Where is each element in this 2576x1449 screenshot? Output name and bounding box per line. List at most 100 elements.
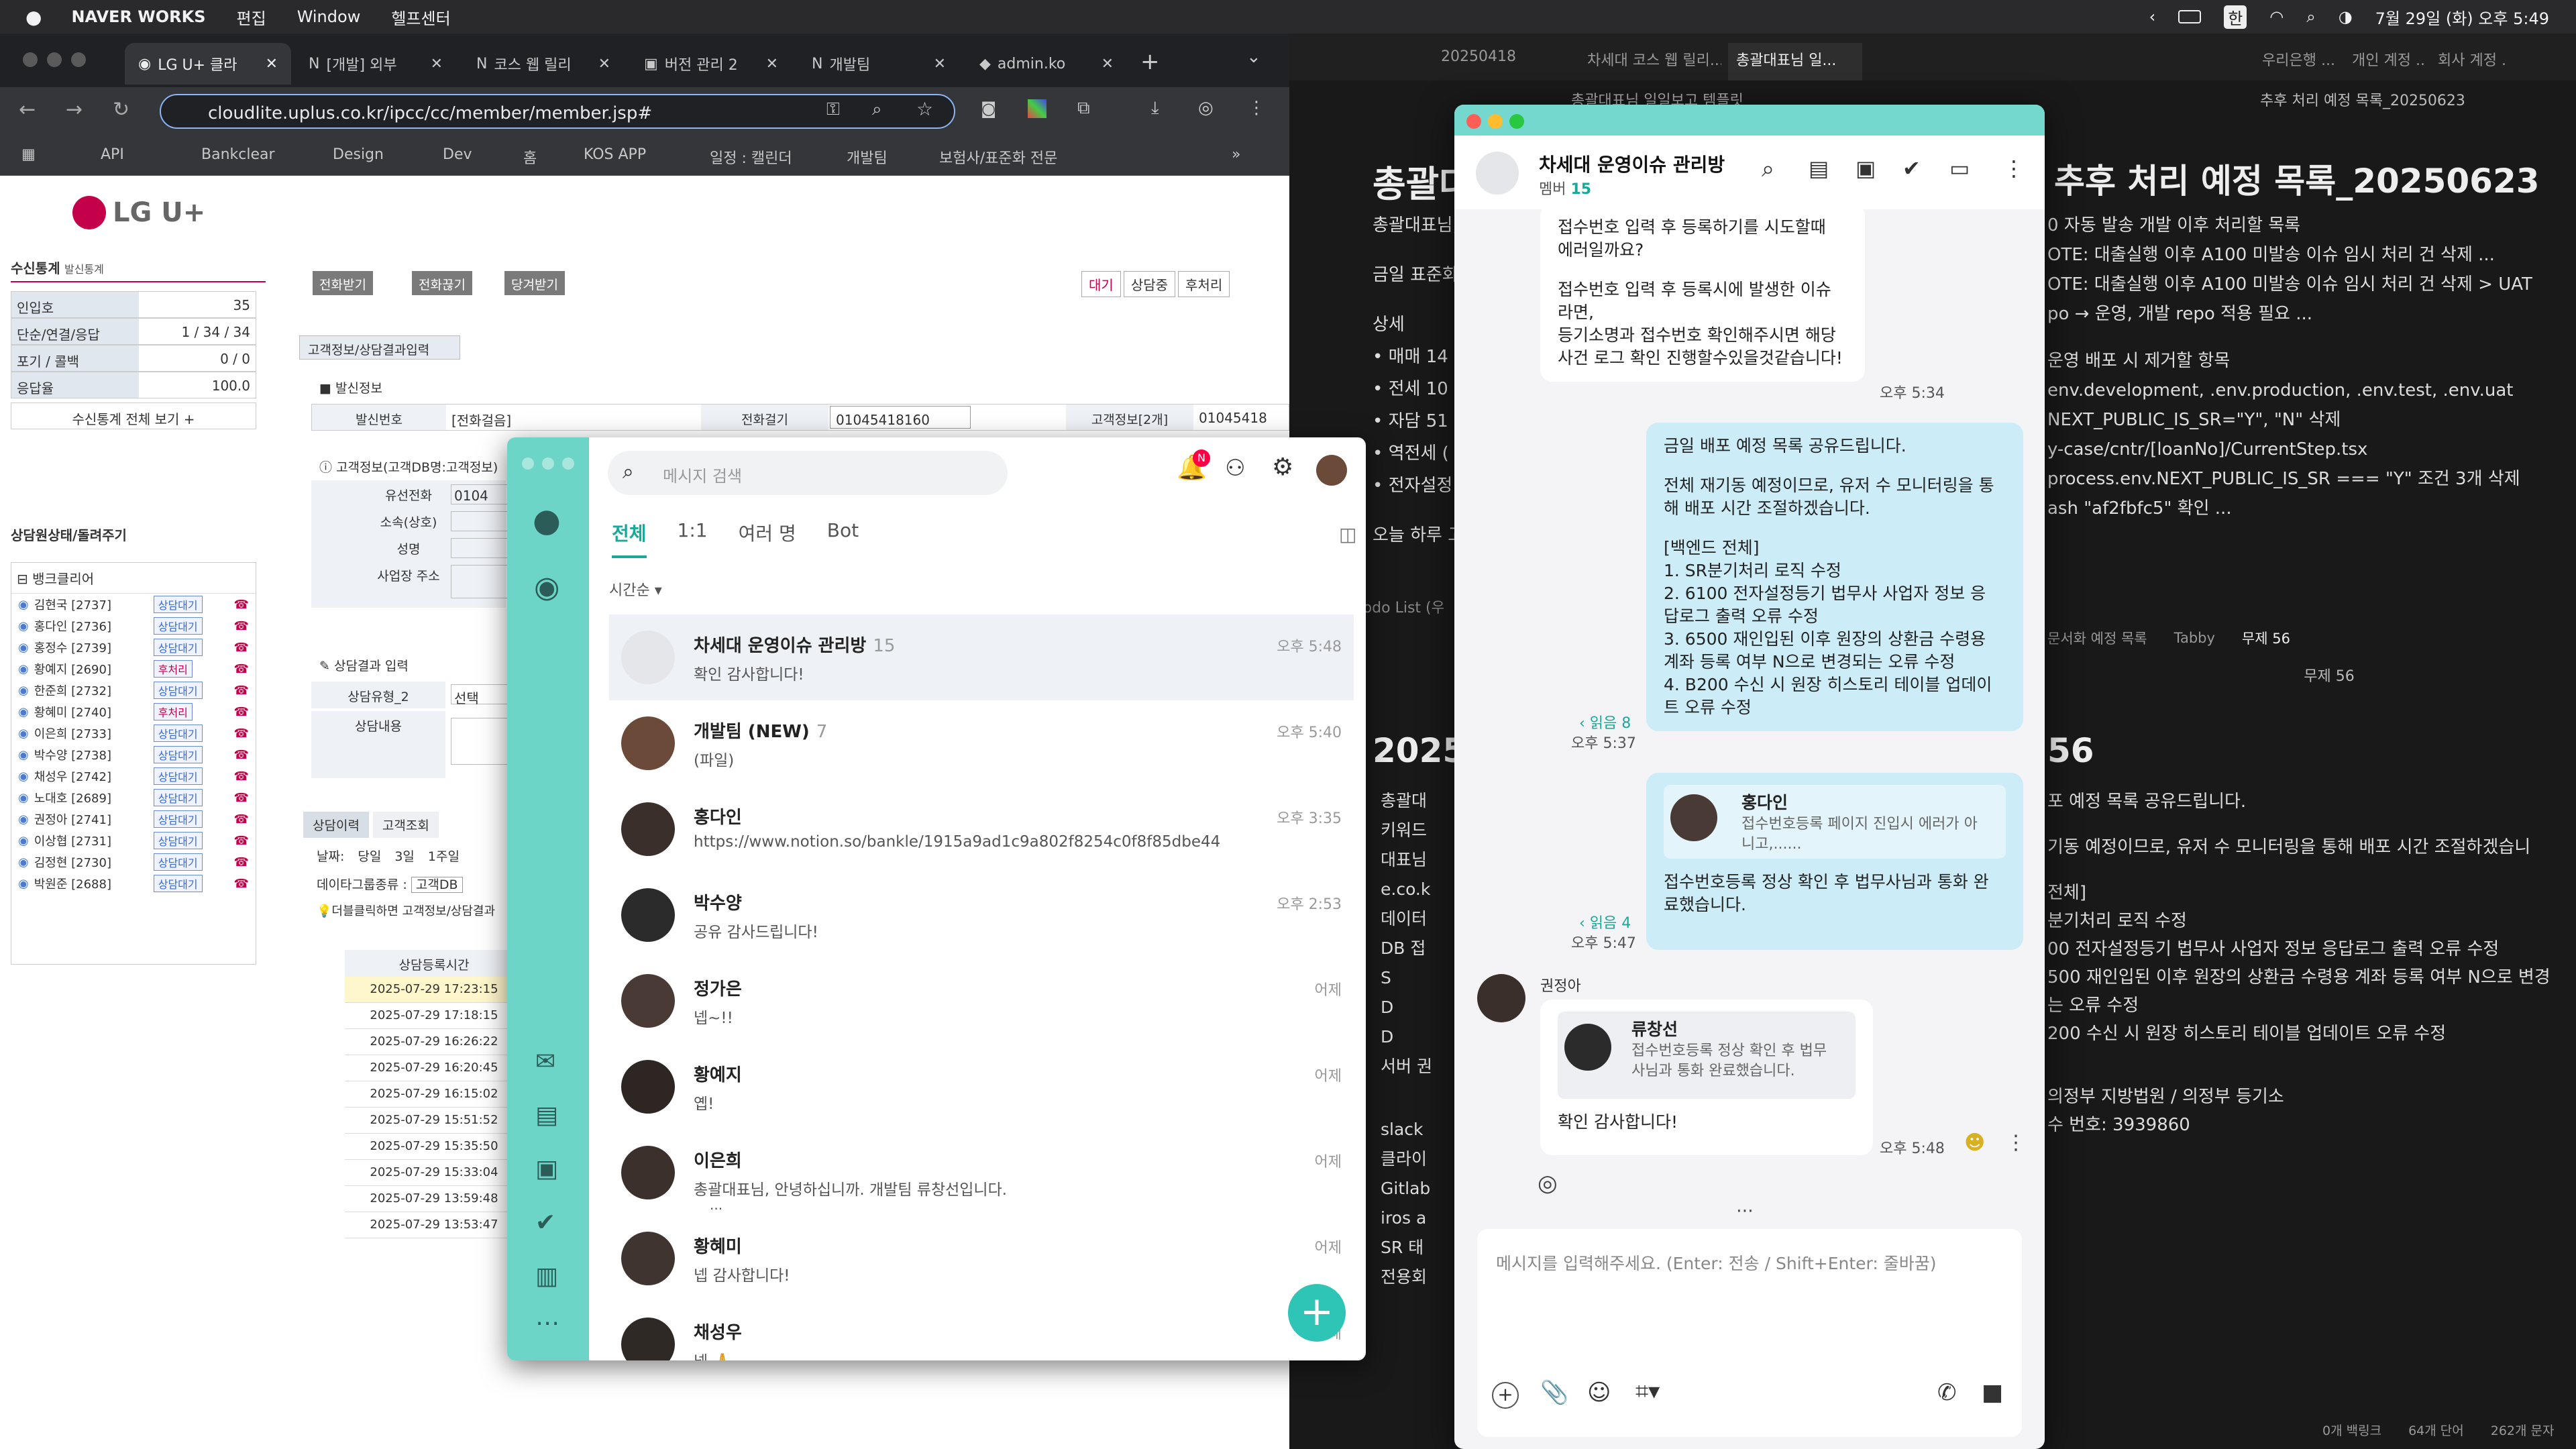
close-icon[interactable]: ✕ (934, 56, 946, 72)
note-tab-active[interactable]: 총괄대표님 일... (1728, 43, 1862, 80)
app-name[interactable]: NAVER WORKS (71, 7, 205, 26)
agent-row[interactable]: ◉ 박수양 [2738] 상담대기 ☎ (11, 744, 256, 765)
extension-color-icon[interactable] (1028, 99, 1046, 118)
message-bubble[interactable]: 류창선 접수번호등록 정상 확인 후 법무 사님과 통화 완료했습니다. 확인 감… (1540, 1000, 1873, 1155)
history-row[interactable]: 2025-07-29 17:18:15 (345, 1003, 523, 1029)
input-source[interactable]: 한 (2224, 5, 2247, 29)
history-row[interactable]: 2025-07-29 17:23:15 (345, 977, 523, 1003)
reply-quote[interactable]: 류창선 접수번호등록 정상 확인 후 법무 사님과 통화 완료했습니다. (1558, 1012, 1856, 1099)
tab-devteam[interactable]: N 개발팀 ✕ (798, 43, 959, 85)
agent-row[interactable]: ◉ 김정현 [2730] 상담대기 ☎ (11, 851, 256, 873)
tab-bot[interactable]: Bot (827, 519, 859, 558)
history-row[interactable]: 2025-07-29 13:53:47 (345, 1212, 523, 1238)
group-avatar[interactable] (1476, 152, 1519, 195)
minimize-dot[interactable] (542, 458, 554, 470)
close-icon[interactable]: ✕ (598, 56, 610, 72)
message-composer[interactable]: 메시지를 입력해주세요. (Enter: 전송 / Shift+Enter: 줄… (1477, 1229, 2022, 1437)
menu-edit[interactable]: 편집 (237, 5, 266, 29)
menu-window[interactable]: Window (297, 7, 361, 26)
reload-icon[interactable]: ↻ (113, 98, 129, 121)
agent-row[interactable]: ◉ 박원준 [2688] 상담대기 ☎ (11, 873, 256, 894)
close-dot[interactable] (23, 52, 38, 67)
search-icon[interactable]: ⌕ (2306, 7, 2315, 26)
close-dot[interactable] (522, 458, 534, 470)
download-icon[interactable]: ⤓ (1151, 98, 1159, 119)
state-wait-button[interactable]: 대기 (1081, 271, 1121, 297)
tab-search-icon[interactable]: ⌄ (1246, 47, 1261, 67)
camera-icon[interactable]: ◙ (981, 99, 996, 118)
board-icon[interactable]: ▤ (1809, 156, 1829, 181)
back-icon[interactable]: ← (19, 98, 36, 121)
tab-course[interactable]: N 코스 웹 릴리 ✕ (463, 43, 624, 85)
stats-sub[interactable]: 발신통계 (64, 263, 104, 276)
minimize-dot[interactable] (47, 52, 62, 67)
bookmark-calendar[interactable]: 일정 : 캘린더 (710, 146, 792, 168)
history-row[interactable]: 2025-07-29 15:35:50 (345, 1134, 523, 1160)
phone-icon[interactable]: ☎ (234, 619, 249, 633)
tab-group[interactable]: 여러 명 (739, 519, 796, 558)
phone-icon[interactable]: ☎ (234, 748, 249, 762)
stats-title[interactable]: 수신통계 (11, 260, 60, 276)
state-busy-button[interactable]: 상담중 (1123, 271, 1176, 297)
message-search[interactable]: ⌕ 메시지 검색 (608, 451, 1008, 495)
settings-icon[interactable]: ⚙ (1272, 453, 1293, 481)
note-tab[interactable]: Tabby (2174, 630, 2215, 646)
tab-direct[interactable]: 1:1 (678, 519, 708, 558)
agent-group[interactable]: ⊟ 뱅크클리어 (11, 563, 256, 594)
message-bubble[interactable]: 접수번호 입력 후 등록하기를 시도할때 에러일까요? 접수번호 입력 후 등록시에… (1540, 204, 1865, 382)
calendar-icon[interactable]: ▣ (1856, 156, 1876, 181)
chat-row[interactable]: 개발팀 (NEW) 7 (파일) 오후 5:40 (609, 700, 1354, 786)
message-more-icon[interactable]: ⋮ (2006, 1131, 2026, 1155)
phone-icon[interactable]: ☎ (234, 877, 249, 891)
tab-lg[interactable]: ◉ LG U+ 클라 ✕ (125, 43, 291, 85)
phone-icon[interactable]: ☎ (234, 598, 249, 612)
chat-row[interactable]: 황혜미 넵 감사합니다! 어제 (609, 1216, 1354, 1301)
chat-icon[interactable]: ◉ (534, 570, 559, 604)
phone-icon[interactable]: ☎ (234, 641, 249, 655)
history-row[interactable]: 2025-07-29 16:20:45 (345, 1055, 523, 1081)
agent-row[interactable]: ◉ 홍정수 [2739] 상담대기 ☎ (11, 637, 256, 658)
agent-row[interactable]: ◉ 이상협 [2731] 상담대기 ☎ (11, 830, 256, 851)
my-message-bubble[interactable]: 금일 배포 예정 목록 공유드립니다. 전체 재기동 예정이므로, 유저 수 모니… (1646, 423, 2023, 731)
reaction-icon[interactable]: ☻ (1964, 1131, 1985, 1155)
phone-icon[interactable]: ☎ (234, 769, 249, 784)
chat-row[interactable]: 박수양 공유 감사드립니다! 오후 2:53 (609, 872, 1354, 958)
read-count[interactable]: ‹ 읽음 4 (1579, 911, 1631, 932)
agent-row[interactable]: ◉ 한준희 [2732] 상담대기 ☎ (11, 680, 256, 701)
customer-number[interactable]: 01045418 (1193, 405, 1289, 430)
puzzle-icon[interactable]: ⧉ (1077, 98, 1090, 119)
close-icon[interactable]: ✕ (1102, 56, 1114, 72)
note-tab[interactable]: 차세대 코스 웹 릴리... (1587, 48, 1721, 70)
capture-icon[interactable]: ⌗▾ (1635, 1378, 1660, 1405)
phone-icon[interactable]: ☎ (234, 684, 249, 698)
agent-row[interactable]: ◉ 권정아 [2741] 상담대기 ☎ (11, 808, 256, 830)
call-number-input[interactable]: 01045418160 (830, 406, 971, 429)
profile-icon[interactable]: ● (533, 502, 561, 539)
sender-avatar[interactable] (1477, 974, 1525, 1022)
chat-row[interactable]: 채성우넵 🙏어제 (609, 1301, 1354, 1360)
zoom-icon[interactable]: ⌕ (872, 99, 882, 120)
minimize-dot[interactable] (1488, 114, 1503, 129)
collapse-icon[interactable]: ⊟ (17, 571, 28, 587)
stats-all-button[interactable]: 수신통계 전체 보기 + (11, 402, 256, 429)
close-icon[interactable]: ✕ (431, 56, 443, 72)
chat-row[interactable]: 이은희 총괄대표님, 안녕하십니까. 개발팀 류창선입니다.... 어제 (609, 1130, 1354, 1216)
apps-icon[interactable]: ▦ (21, 146, 36, 163)
phone-icon[interactable]: ☎ (234, 834, 249, 848)
new-chat-button[interactable]: + (1288, 1284, 1346, 1342)
note-tab[interactable]: 우리은행 ... (2262, 48, 2336, 70)
close-dot[interactable] (1466, 114, 1481, 129)
video-icon[interactable]: ■ (1982, 1379, 2003, 1406)
tab-history[interactable]: 상담이력 (303, 812, 369, 838)
org-chart-icon[interactable]: ⚇ (1225, 455, 1245, 482)
answer-call-button[interactable]: 전화받기 (313, 271, 373, 295)
task-icon[interactable]: ✔ (1902, 156, 1921, 181)
tab-notion-dev[interactable]: N [개발] 외부 ✕ (295, 43, 456, 85)
date-3days[interactable]: 3일 (394, 847, 415, 865)
call-icon[interactable]: ✆ (1937, 1379, 1957, 1406)
agent-row[interactable]: ◉ 홍다인 [2736] 상담대기 ☎ (11, 615, 256, 637)
bookmark-insurance[interactable]: 보험사/표준화 전문 (939, 146, 1057, 168)
bookmark-dev[interactable]: Dev (443, 146, 472, 163)
tab-customer-search[interactable]: 고객조회 (372, 812, 439, 838)
new-tab-icon[interactable]: + (1140, 48, 1160, 75)
